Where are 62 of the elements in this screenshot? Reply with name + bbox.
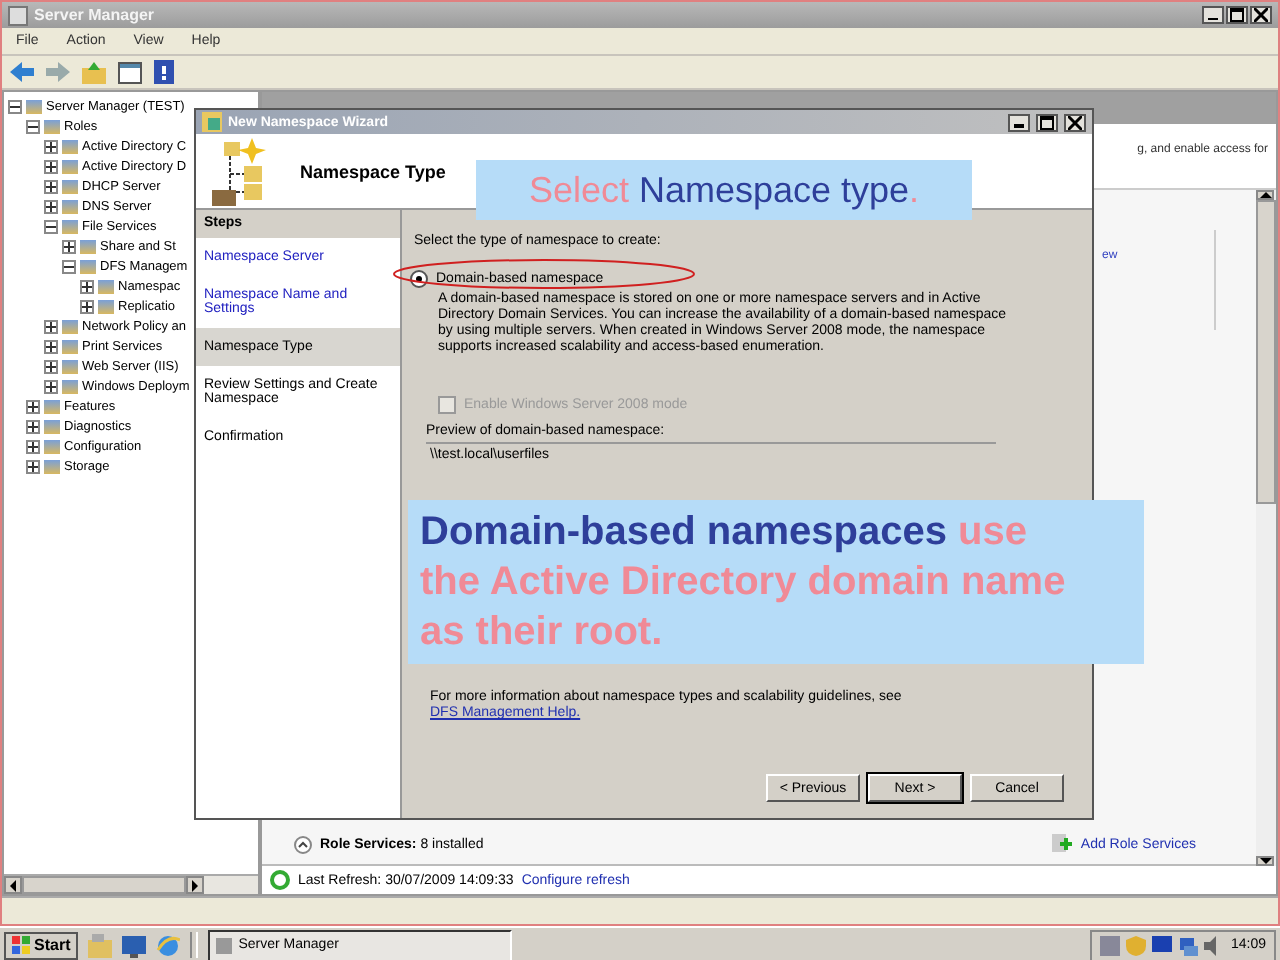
node-icon [80, 259, 96, 273]
node-icon [44, 399, 60, 413]
node-icon [62, 219, 78, 233]
node-icon [62, 339, 78, 353]
horizontal-scrollbar[interactable] [4, 874, 258, 894]
node-icon [44, 459, 60, 473]
desktop-icon[interactable] [122, 933, 147, 957]
add-roles-icon [1052, 834, 1073, 854]
minimize-button[interactable] [1008, 113, 1030, 131]
node-icon [62, 159, 78, 173]
node-icon [62, 139, 78, 153]
back-arrow-icon[interactable] [10, 62, 34, 82]
node-icon [98, 279, 114, 293]
monitor-icon[interactable] [1152, 935, 1173, 955]
console-tree-icon[interactable] [118, 61, 142, 83]
collapse-icon[interactable] [62, 259, 76, 273]
node-icon [44, 119, 60, 133]
expand-icon[interactable] [44, 179, 58, 193]
maximize-button[interactable] [1226, 6, 1248, 24]
vertical-scrollbar[interactable] [1256, 190, 1276, 866]
collapse-icon[interactable] [8, 99, 22, 113]
computers-icon[interactable] [1178, 935, 1199, 955]
window-title: Server Manager [34, 6, 155, 24]
node-icon [44, 439, 60, 453]
close-button[interactable] [1064, 113, 1086, 131]
minimize-button[interactable] [1202, 6, 1224, 24]
callout-caption: Select Namespace type. [476, 160, 972, 220]
windows-flag-icon [12, 936, 30, 954]
node-icon [62, 319, 78, 333]
namespace-icon [202, 112, 222, 132]
expand-icon[interactable] [26, 439, 40, 453]
expand-icon[interactable] [80, 279, 94, 293]
expand-icon[interactable] [80, 299, 94, 313]
expand-icon[interactable] [44, 359, 58, 373]
start-button[interactable]: Start [4, 931, 79, 959]
expand-icon[interactable] [26, 419, 40, 433]
callout-caption: Domain-based namespaces use the Active Directory domain name as their root. [408, 500, 1144, 664]
expand-icon[interactable] [44, 379, 58, 393]
close-button[interactable] [1250, 6, 1272, 24]
refresh-icon[interactable] [270, 870, 290, 890]
node-icon [62, 179, 78, 193]
expand-icon[interactable] [26, 399, 40, 413]
node-icon [62, 359, 78, 373]
maximize-button[interactable] [1036, 113, 1058, 131]
expand-icon[interactable] [62, 239, 76, 253]
node-icon [26, 99, 42, 113]
expand-icon[interactable] [44, 339, 58, 353]
page-heading: Namespace Type [300, 161, 446, 181]
node-icon [98, 299, 114, 313]
node-icon [62, 379, 78, 393]
node-icon [44, 419, 60, 433]
expand-icon[interactable] [44, 139, 58, 153]
node-icon [80, 239, 96, 253]
collapse-icon[interactable] [26, 119, 40, 133]
node-icon [62, 199, 78, 213]
expand-icon[interactable] [44, 319, 58, 333]
help-icon[interactable] [154, 60, 174, 84]
collapse-icon[interactable] [44, 219, 58, 233]
expand-icon[interactable] [44, 199, 58, 213]
expand-icon[interactable] [44, 159, 58, 173]
expand-icon[interactable] [26, 459, 40, 473]
collapse-icon[interactable] [294, 835, 312, 853]
